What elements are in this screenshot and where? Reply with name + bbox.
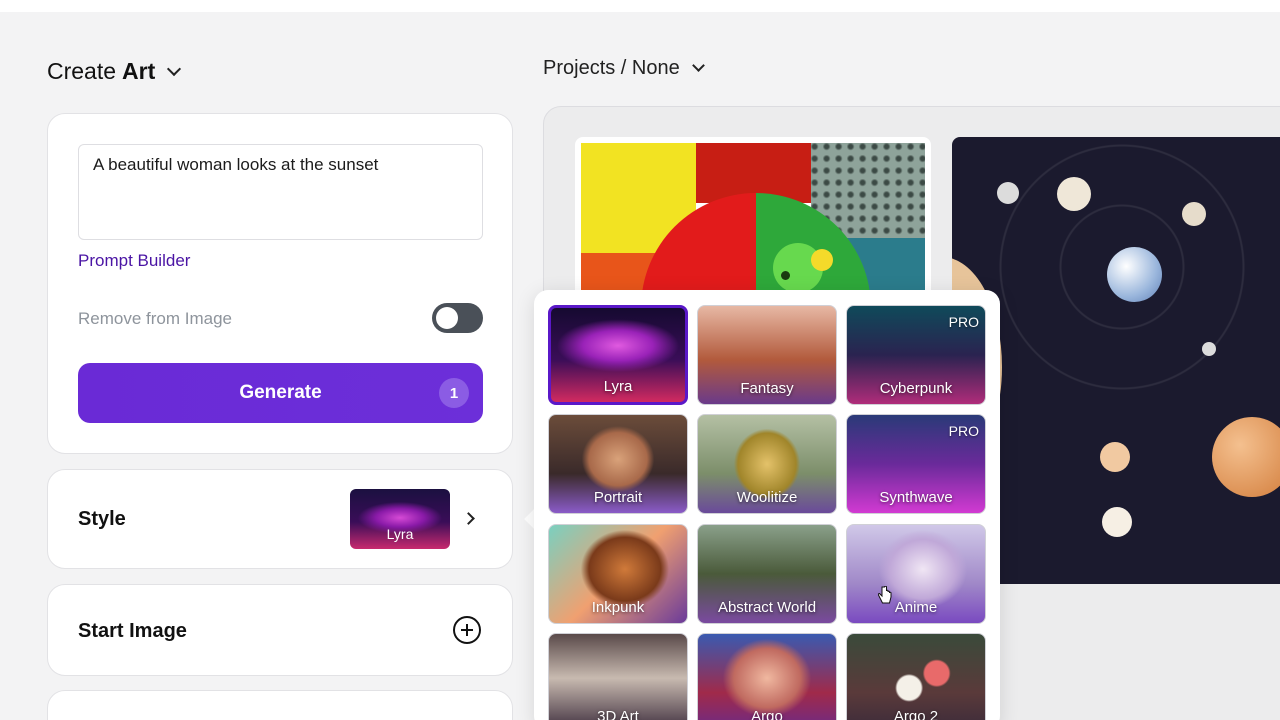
- style-option-name: Fantasy: [740, 380, 794, 397]
- artwork-planets[interactable]: [952, 137, 1280, 584]
- artwork-abstract[interactable]: [575, 137, 931, 307]
- art-planet: [1100, 442, 1130, 472]
- prompt-card: A beautiful woman looks at the sunset Pr…: [47, 113, 513, 454]
- style-option-portrait[interactable]: Portrait: [548, 414, 688, 514]
- style-option-name: Lyra: [603, 378, 633, 395]
- style-option-lyra[interactable]: Lyra: [548, 305, 688, 405]
- style-option-3d-art[interactable]: 3D Art: [548, 633, 688, 720]
- style-option-name: Cyberpunk: [879, 380, 953, 397]
- art-planet: [997, 182, 1019, 204]
- style-option-synthwave[interactable]: PRO Synthwave: [846, 414, 986, 514]
- generate-label: Generate: [239, 382, 322, 403]
- art-planet: [1107, 247, 1162, 302]
- pro-badge: PRO: [948, 423, 979, 439]
- style-option-argo[interactable]: Argo: [697, 633, 837, 720]
- style-option-name: Inkpunk: [591, 599, 645, 616]
- start-image-label: Start Image: [78, 620, 187, 642]
- style-option-name: Argo: [751, 708, 783, 720]
- style-picker-popover: Lyra Fantasy PRO Cyberpunk Portrait Wool…: [534, 290, 1000, 720]
- create-title-prefix: Create: [47, 58, 117, 84]
- chevron-down-icon: [691, 59, 705, 72]
- remove-from-image-label: Remove from Image: [78, 309, 232, 328]
- selected-style-name: Lyra: [386, 526, 414, 542]
- generate-credit-badge: 1: [439, 378, 469, 408]
- chevron-right-icon[interactable]: [462, 512, 475, 525]
- prompt-input[interactable]: A beautiful woman looks at the sunset: [78, 144, 483, 240]
- style-option-name: Portrait: [593, 489, 643, 506]
- projects-selector[interactable]: Projects / None: [543, 57, 705, 80]
- style-label: Style: [78, 508, 126, 530]
- art-planet: [1057, 177, 1091, 211]
- style-option-name: Anime: [894, 599, 938, 616]
- prompt-builder-link[interactable]: Prompt Builder: [78, 251, 190, 271]
- style-card[interactable]: Style Lyra: [47, 469, 513, 569]
- top-bar: [0, 0, 1280, 12]
- style-option-argo-2[interactable]: Argo 2: [846, 633, 986, 720]
- art-planet: [1182, 202, 1206, 226]
- toggle-knob: [436, 307, 458, 329]
- generate-button[interactable]: Generate 1: [78, 363, 483, 423]
- add-circle-icon[interactable]: [453, 616, 481, 644]
- style-option-name: Synthwave: [879, 489, 953, 506]
- style-option-anime[interactable]: Anime: [846, 524, 986, 624]
- create-mode-selector[interactable]: Create Art: [47, 58, 182, 85]
- style-option-name: Abstract World: [717, 599, 817, 616]
- selected-style-thumbnail[interactable]: Lyra: [350, 489, 450, 549]
- style-option-inkpunk[interactable]: Inkpunk: [548, 524, 688, 624]
- style-option-name: Argo 2: [893, 708, 939, 720]
- art-planet: [1102, 507, 1132, 537]
- style-option-cyberpunk[interactable]: PRO Cyberpunk: [846, 305, 986, 405]
- start-image-card: Start Image: [47, 584, 513, 676]
- pro-badge: PRO: [948, 314, 979, 330]
- next-settings-card: [47, 690, 513, 720]
- art-planet: [1212, 417, 1280, 497]
- style-option-name: 3D Art: [597, 708, 639, 720]
- style-option-fantasy[interactable]: Fantasy: [697, 305, 837, 405]
- style-option-abstract-world[interactable]: Abstract World: [697, 524, 837, 624]
- remove-from-image-toggle[interactable]: [432, 303, 483, 333]
- style-option-name: Woolitize: [736, 489, 798, 506]
- chevron-down-icon: [167, 61, 182, 76]
- hand-cursor-icon: [878, 586, 892, 604]
- create-title-mode: Art: [122, 58, 156, 84]
- projects-label: Projects / None: [543, 57, 680, 79]
- art-planet: [1202, 342, 1216, 356]
- style-option-woolitize[interactable]: Woolitize: [697, 414, 837, 514]
- art-shape: [811, 249, 833, 271]
